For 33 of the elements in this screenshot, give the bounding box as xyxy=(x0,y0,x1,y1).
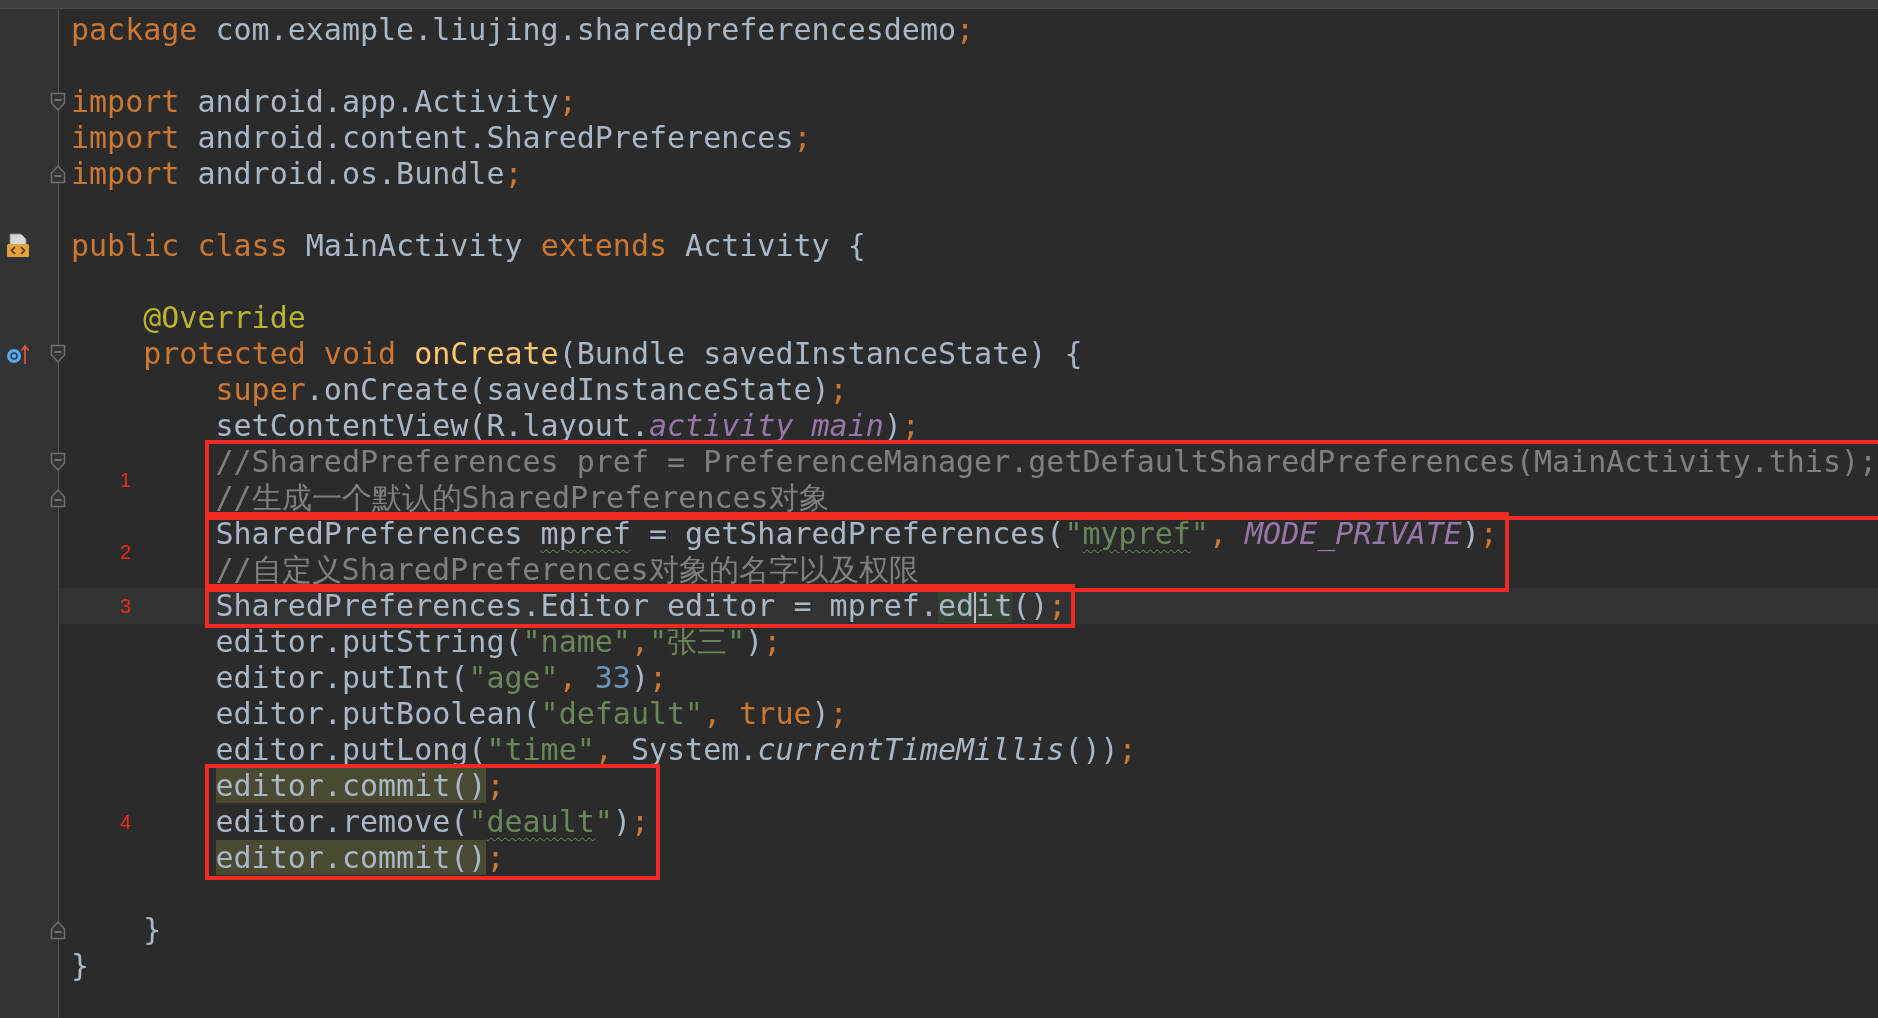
code-line: //生成一个默认的SharedPreferences对象 xyxy=(215,480,829,516)
fold-marker-icon[interactable] xyxy=(50,344,66,364)
code-line: protected void onCreate(Bundle savedInstanceState) { xyxy=(143,336,1083,372)
code-line: @Override xyxy=(143,300,306,336)
code-line: } xyxy=(143,912,162,948)
fold-marker-icon[interactable] xyxy=(50,452,66,472)
code-line: editor.putInt("age", 33); xyxy=(215,660,668,696)
code-line: package com.example.liujing.sharedpreferencesdemo; xyxy=(71,12,975,48)
code-line: setContentView(R.layout.activity_main); xyxy=(215,408,920,444)
code-line: editor.putBoolean("default", true); xyxy=(215,696,848,732)
code-line: //自定义SharedPreferences对象的名字以及权限 xyxy=(215,552,919,588)
annotation-number: 4 xyxy=(119,810,132,835)
code-line: SharedPreferences.Editor editor = mpref.edit(); xyxy=(215,588,1067,624)
class-file-icon[interactable] xyxy=(6,233,30,259)
code-line: editor.putLong("time", System.currentTimeMillis()); xyxy=(215,732,1137,768)
code-line: import android.os.Bundle; xyxy=(71,156,523,192)
code-line: import android.app.Activity; xyxy=(71,84,577,120)
annotation-number: 2 xyxy=(119,540,132,565)
fold-marker-icon[interactable] xyxy=(50,164,66,184)
code-line: public class MainActivity extends Activity { xyxy=(71,228,866,264)
fold-marker-icon[interactable] xyxy=(50,488,66,508)
code-line: SharedPreferences mpref = getSharedPreferences("mypref", MODE_PRIVATE); xyxy=(215,516,1498,552)
fold-marker-icon[interactable] xyxy=(50,920,66,940)
annotation-number: 1 xyxy=(119,468,132,493)
code-line: editor.putString("name","张三"); xyxy=(215,624,782,660)
code-line: } xyxy=(71,948,90,984)
annotation-number: 3 xyxy=(119,594,132,619)
code-line: //SharedPreferences pref = PreferenceManager.getDefaultSharedPreferences(MainActivity.this); xyxy=(215,444,1878,480)
code-line: import android.content.SharedPreferences; xyxy=(71,120,812,156)
fold-marker-icon[interactable] xyxy=(50,92,66,112)
code-line: super.onCreate(savedInstanceState); xyxy=(215,372,848,408)
override-marker-icon[interactable] xyxy=(6,342,30,366)
code-line: editor.remove("deault"); xyxy=(215,804,649,840)
